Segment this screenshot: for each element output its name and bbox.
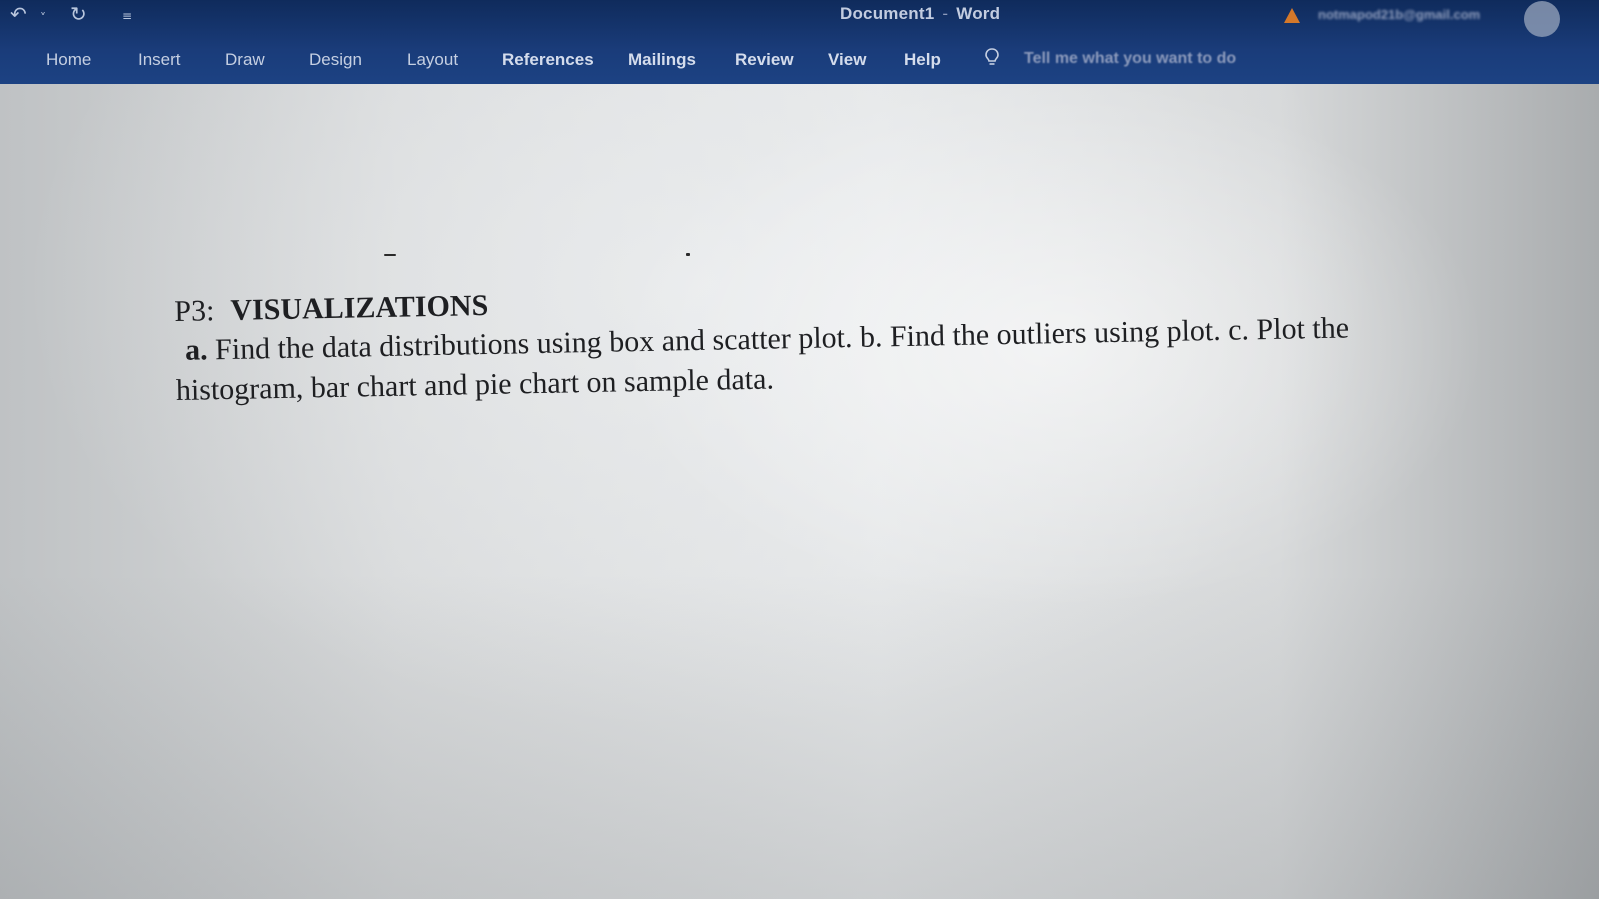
tab-references[interactable]: References (502, 50, 594, 70)
window-title: Document1- Word (840, 4, 1001, 23)
tab-design[interactable]: Design (309, 50, 362, 70)
heading-label: P3: (174, 294, 215, 328)
tab-help[interactable]: Help (904, 50, 941, 70)
tab-view[interactable]: View (828, 50, 866, 70)
tab-review[interactable]: Review (735, 50, 794, 70)
page-shading (0, 84, 1599, 899)
avatar[interactable] (1524, 1, 1560, 37)
document-name: Document1 (840, 4, 935, 23)
tell-me-search[interactable]: Tell me what you want to do (1024, 50, 1236, 68)
item-marker-a: a. (184, 333, 208, 367)
account-email[interactable]: notmapod21b@gmail.com (1318, 7, 1513, 22)
customize-qat-icon[interactable]: ≡ (122, 4, 132, 28)
tab-draw[interactable]: Draw (225, 50, 265, 70)
undo-icon[interactable]: ↶ (10, 2, 27, 26)
undo-dropdown-icon[interactable]: ˅ (40, 6, 46, 30)
tab-mailings[interactable]: Mailings (628, 50, 696, 70)
heading-title: VISUALIZATIONS (230, 288, 489, 327)
ribbon-tabs: Home Insert Draw Design Layout Reference… (0, 46, 1599, 76)
app-name: Word (956, 4, 1001, 23)
ribbon: ↶ ˅ ↻ ≡ Document1- Word notmapod21b@gmail… (0, 0, 1599, 84)
document-body[interactable]: P3: VISUALIZATIONS a. Find the data distr… (174, 267, 1456, 411)
page-mark (384, 254, 396, 256)
tab-layout[interactable]: Layout (407, 50, 458, 70)
lightbulb-icon[interactable] (984, 48, 1000, 66)
redo-icon[interactable]: ↻ (70, 2, 87, 26)
tab-insert[interactable]: Insert (138, 50, 181, 70)
warning-icon[interactable] (1284, 8, 1300, 23)
title-bar: ↶ ˅ ↻ ≡ Document1- Word notmapod21b@gmail… (0, 0, 1599, 37)
page-mark (686, 253, 690, 256)
tab-home[interactable]: Home (46, 50, 91, 70)
